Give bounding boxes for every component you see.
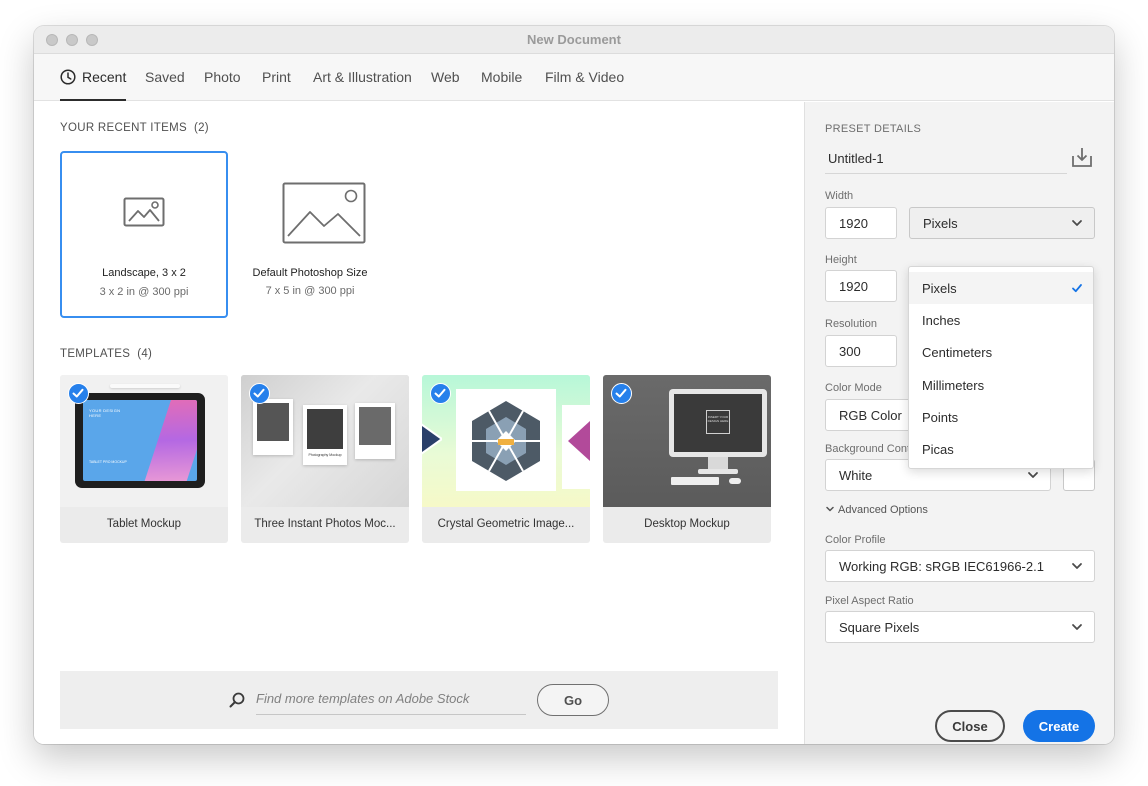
template-checkmark-badge bbox=[430, 383, 451, 404]
tab-photo[interactable]: Photo bbox=[204, 69, 241, 101]
window-title: New Document bbox=[527, 32, 621, 47]
tablet-image: YOUR DESIGN HERE TABLET PRO MOCKUP bbox=[75, 393, 205, 488]
color-profile-dropdown[interactable]: Working RGB: sRGB IEC61966-2.1 bbox=[825, 550, 1095, 582]
color-profile-value: Working RGB: sRGB IEC61966-2.1 bbox=[839, 558, 1044, 574]
save-preset-icon[interactable] bbox=[1071, 146, 1093, 168]
template-desktop-mockup[interactable]: INSERT YOUR DESIGN HERE Desktop Mockup bbox=[603, 375, 771, 543]
tab-recent-label: Recent bbox=[82, 69, 127, 85]
title-bar: New Document bbox=[34, 26, 1114, 54]
instant-photo: Photography Mockup bbox=[303, 405, 347, 465]
template-checkmark-badge bbox=[611, 383, 632, 404]
width-field[interactable]: 1920 bbox=[825, 207, 897, 239]
checkmark-icon bbox=[72, 388, 84, 398]
recent-item-default-photoshop-size[interactable]: Default Photoshop Size 7 x 5 in @ 300 pp… bbox=[226, 151, 394, 318]
clock-icon bbox=[60, 69, 76, 85]
chevron-down-icon bbox=[1028, 472, 1038, 478]
width-unit-dropdown[interactable]: Pixels bbox=[909, 207, 1095, 239]
template-three-instant-photos[interactable]: Photography Mockup Three Instant Photos … bbox=[241, 375, 409, 543]
templates-heading: TEMPLATES (4) bbox=[60, 348, 152, 360]
recent-item-size: 7 x 5 in @ 300 ppi bbox=[265, 285, 355, 297]
instant-photo bbox=[253, 399, 293, 455]
unit-option-pixels[interactable]: Pixels bbox=[909, 272, 1093, 304]
advanced-options-label: Advanced Options bbox=[838, 504, 928, 516]
adobe-stock-search-input[interactable] bbox=[256, 683, 526, 715]
checkmark-icon bbox=[253, 388, 265, 398]
instant-photo bbox=[355, 403, 395, 459]
tab-mobile[interactable]: Mobile bbox=[481, 69, 522, 101]
unit-option-picas[interactable]: Picas bbox=[909, 433, 1093, 465]
unit-option-label: Pixels bbox=[922, 280, 957, 296]
photo-caption: Photography Mockup bbox=[308, 453, 342, 457]
pixel-aspect-ratio-label: Pixel Aspect Ratio bbox=[825, 595, 914, 607]
go-button[interactable]: Go bbox=[537, 684, 609, 716]
template-checkmark-badge bbox=[68, 383, 89, 404]
chevron-down-icon bbox=[1072, 624, 1082, 630]
resolution-label: Resolution bbox=[825, 318, 877, 330]
resolution-field[interactable]: 300 bbox=[825, 335, 897, 367]
category-tabs: Recent Saved Photo Print Art & Illustrat… bbox=[34, 54, 1114, 101]
recent-item-name: Default Photoshop Size bbox=[252, 267, 368, 279]
template-name: Tablet Mockup bbox=[106, 518, 182, 530]
tab-saved[interactable]: Saved bbox=[145, 69, 185, 101]
presets-panel: YOUR RECENT ITEMS (2) Landscape, 3 x 2 3… bbox=[34, 102, 804, 744]
template-tablet-mockup[interactable]: YOUR DESIGN HERE TABLET PRO MOCKUP Table… bbox=[60, 375, 228, 543]
chevron-down-icon bbox=[826, 506, 834, 512]
tab-recent[interactable]: Recent bbox=[60, 69, 127, 101]
advanced-options-toggle[interactable]: Advanced Options bbox=[825, 504, 928, 516]
color-mode-label: Color Mode bbox=[825, 382, 882, 394]
crystal-image bbox=[472, 401, 540, 481]
templates-label: TEMPLATES bbox=[60, 348, 131, 360]
monitor-image: INSERT YOUR DESIGN HERE bbox=[669, 389, 767, 457]
image-icon bbox=[123, 197, 165, 227]
recent-item-name: Landscape, 3 x 2 bbox=[102, 267, 186, 279]
chevron-down-icon bbox=[1072, 220, 1082, 226]
pixel-aspect-ratio-dropdown[interactable]: Square Pixels bbox=[825, 611, 1095, 643]
checkmark-icon bbox=[434, 388, 446, 398]
recent-items-heading: YOUR RECENT ITEMS (2) bbox=[60, 122, 209, 134]
tab-print[interactable]: Print bbox=[262, 69, 291, 101]
template-name: Crystal Geometric Image... bbox=[437, 518, 575, 530]
chevron-down-icon bbox=[1072, 563, 1082, 569]
mouse-image bbox=[729, 478, 741, 484]
width-unit-menu: Pixels Inches Centimeters Millimeters Po… bbox=[908, 266, 1094, 469]
recent-items-label: YOUR RECENT ITEMS bbox=[60, 122, 187, 134]
height-label: Height bbox=[825, 254, 857, 266]
pixel-aspect-ratio-value: Square Pixels bbox=[839, 619, 920, 635]
template-checkmark-badge bbox=[249, 383, 270, 404]
unit-option-millimeters[interactable]: Millimeters bbox=[909, 369, 1093, 401]
close-button[interactable]: Close bbox=[935, 710, 1005, 742]
preset-details-heading: PRESET DETAILS bbox=[825, 123, 922, 135]
document-name-input[interactable]: Untitled-1 bbox=[825, 144, 1067, 174]
template-name: Three Instant Photos Moc... bbox=[254, 518, 396, 530]
tab-film-video[interactable]: Film & Video bbox=[545, 69, 624, 101]
search-icon bbox=[229, 692, 245, 708]
image-icon bbox=[282, 182, 366, 244]
checkmark-icon bbox=[615, 388, 627, 398]
tab-web[interactable]: Web bbox=[431, 69, 460, 101]
checkmark-icon bbox=[1072, 284, 1082, 293]
unit-option-inches[interactable]: Inches bbox=[909, 304, 1093, 336]
monitor-screen-text: INSERT YOUR DESIGN HERE bbox=[707, 415, 729, 423]
recent-items-count: (2) bbox=[193, 122, 209, 134]
color-profile-label: Color Profile bbox=[825, 534, 886, 546]
new-document-dialog: New Document Recent Saved Photo Print Ar… bbox=[34, 26, 1114, 744]
height-field[interactable]: 1920 bbox=[825, 270, 897, 302]
unit-option-points[interactable]: Points bbox=[909, 401, 1093, 433]
tab-art-illustration[interactable]: Art & Illustration bbox=[313, 69, 412, 101]
width-label: Width bbox=[825, 190, 854, 202]
keyboard-image bbox=[671, 477, 719, 485]
tablet-screen-text: YOUR DESIGN HERE bbox=[89, 408, 121, 418]
unit-option-centimeters[interactable]: Centimeters bbox=[909, 336, 1093, 368]
width-unit-value: Pixels bbox=[923, 215, 958, 231]
stylus-image bbox=[110, 384, 180, 388]
template-name: Desktop Mockup bbox=[644, 518, 730, 530]
background-contents-value: White bbox=[839, 467, 873, 483]
template-crystal-geometric[interactable]: Crystal Geometric Image... bbox=[422, 375, 590, 543]
templates-count: (4) bbox=[137, 348, 153, 360]
recent-item-size: 3 x 2 in @ 300 ppi bbox=[99, 286, 189, 298]
create-button[interactable]: Create bbox=[1023, 710, 1095, 742]
recent-item-landscape[interactable]: Landscape, 3 x 2 3 x 2 in @ 300 ppi bbox=[60, 151, 228, 318]
tablet-caption: TABLET PRO MOCKUP bbox=[89, 460, 127, 464]
adobe-stock-search-bar: Go bbox=[60, 671, 778, 729]
